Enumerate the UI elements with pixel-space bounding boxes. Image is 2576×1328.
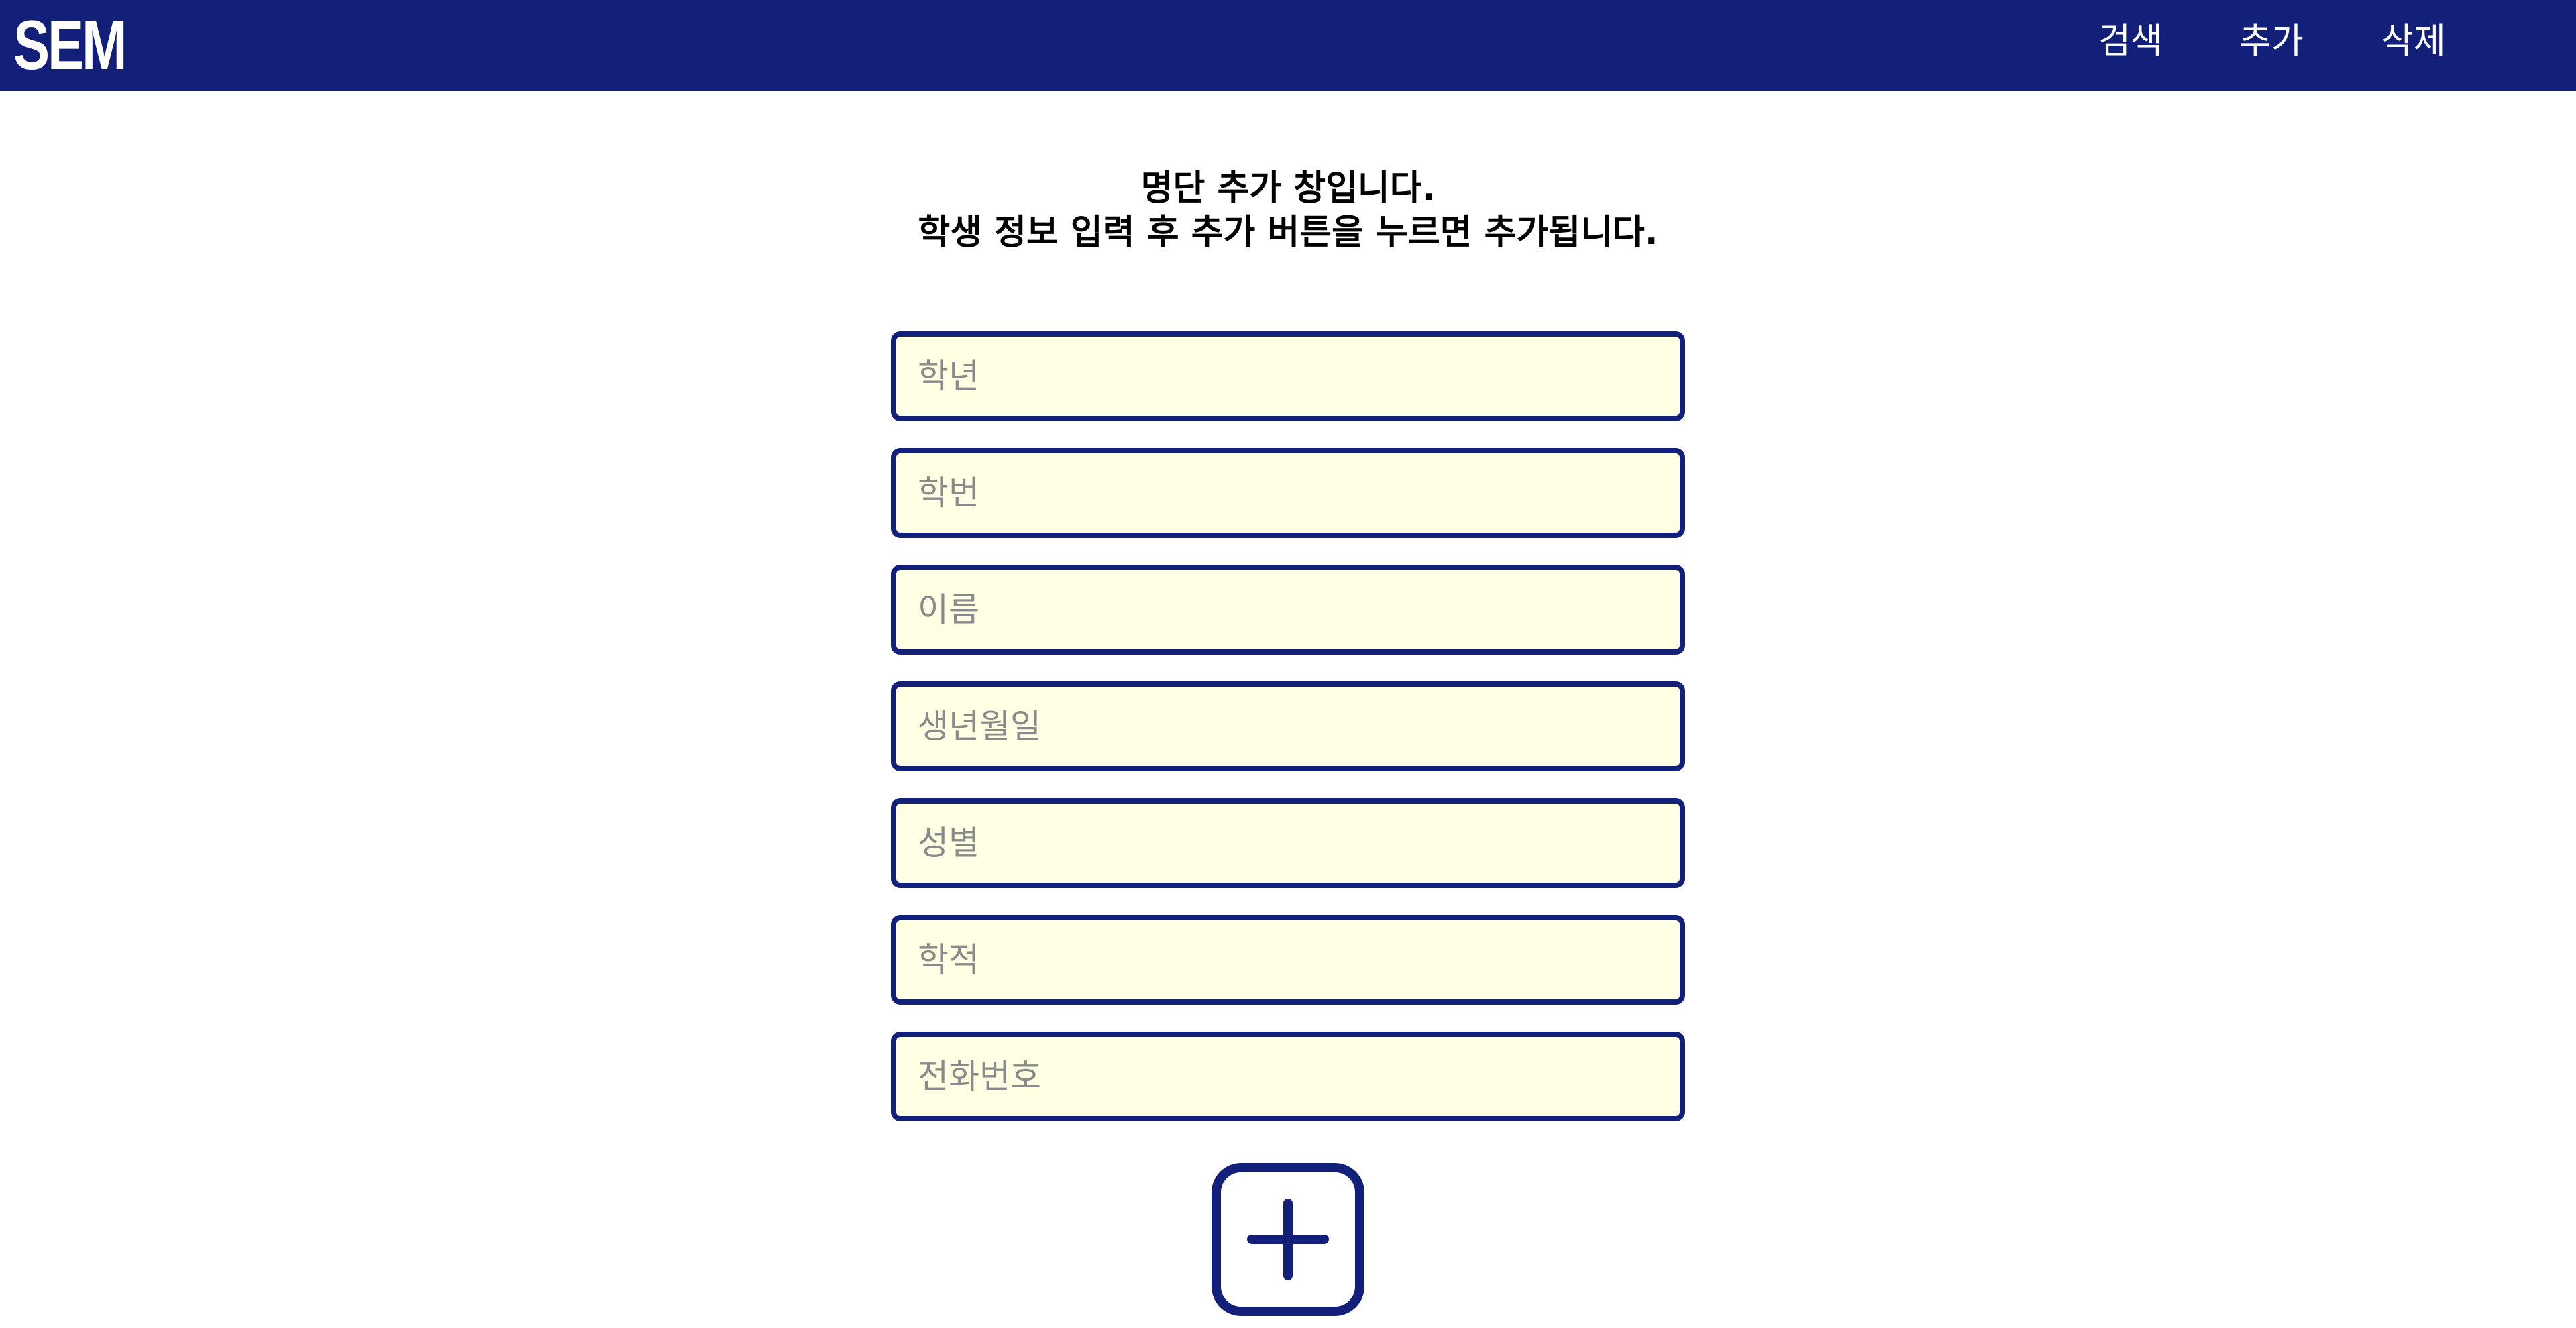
instruction-description: 학생 정보 입력 후 추가 버튼을 누르면 추가됩니다.	[918, 213, 1658, 253]
name-input[interactable]	[891, 565, 1685, 655]
instruction-title: 명단 추가 창입니다.	[1140, 168, 1436, 209]
gender-input[interactable]	[891, 798, 1685, 888]
nav-delete-link[interactable]: 삭제	[2381, 0, 2446, 83]
student-id-input[interactable]	[891, 448, 1685, 538]
nav-add-link[interactable]: 추가	[2239, 0, 2304, 83]
academic-status-input[interactable]	[891, 915, 1685, 1005]
plus-icon	[1247, 1199, 1329, 1280]
app-logo[interactable]: SEM	[13, 7, 127, 85]
birthdate-input[interactable]	[891, 681, 1685, 771]
add-student-button[interactable]	[1212, 1163, 1364, 1316]
phone-number-input[interactable]	[891, 1032, 1685, 1121]
top-navigation-bar: SEM 검색 추가 삭제	[0, 0, 2576, 91]
nav-search-link[interactable]: 검색	[2098, 0, 2163, 83]
page-instructions: 명단 추가 창입니다. 학생 정보 입력 후 추가 버튼을 누르면 추가됩니다.	[0, 166, 2576, 255]
grade-input[interactable]	[891, 331, 1685, 421]
